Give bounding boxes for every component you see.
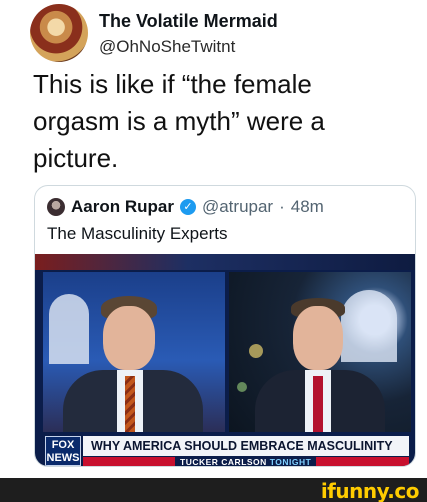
chyron: FOX NEWS WHY AMERICA SHOULD EMBRACE MASC… [35,434,415,467]
show-tonight-tag: TONIGHT [269,457,312,467]
quoted-timestamp[interactable]: 48m [291,197,324,217]
ifunny-watermark: ifunny.co [320,479,420,502]
bokeh-light [249,344,263,358]
quoted-avatar[interactable] [47,198,65,216]
left-video-panel [43,272,225,432]
right-video-panel [229,272,411,432]
fox-news-logo: FOX NEWS [45,436,81,466]
broadcast-image[interactable]: FOX NEWS WHY AMERICA SHOULD EMBRACE MASC… [35,254,415,467]
quoted-tweet-text: The Masculinity Experts [47,224,228,243]
show-name-tag: TUCKER CARLSON TONIGHT [175,456,317,467]
verified-badge-icon: ✓ [179,199,196,215]
outer-tweet-header: The Volatile Mermaid @OhNoSheTwitnt [30,4,420,62]
quoted-tweet-card[interactable]: Aaron Rupar ✓ @atrupar · 48m The Masculi… [34,185,416,467]
bokeh-light [237,382,247,392]
chyron-headline: WHY AMERICA SHOULD EMBRACE MASCULINITY [83,436,409,456]
quoted-handle[interactable]: @atrupar [202,197,273,217]
right-guest-head [293,306,343,370]
right-guest-tie [313,376,323,432]
separator-dot: · [279,197,285,216]
avatar[interactable] [30,4,88,62]
capitol-dome-graphic [49,294,89,364]
broadcast-top-strip [35,254,415,270]
tweet-text: This is like if “the female orgasm is a … [33,69,325,173]
capitol-dome-graphic [341,290,397,362]
watermark-bar: ifunny.co [0,478,427,502]
left-host-head [103,306,155,370]
left-host-tie [125,376,135,432]
display-name[interactable]: The Volatile Mermaid [99,11,278,32]
show-name: TUCKER CARLSON [180,457,267,467]
quoted-tweet-header: Aaron Rupar ✓ @atrupar · 48m [47,196,324,218]
user-handle[interactable]: @OhNoSheTwitnt [99,37,235,57]
quoted-display-name[interactable]: Aaron Rupar [71,197,174,217]
